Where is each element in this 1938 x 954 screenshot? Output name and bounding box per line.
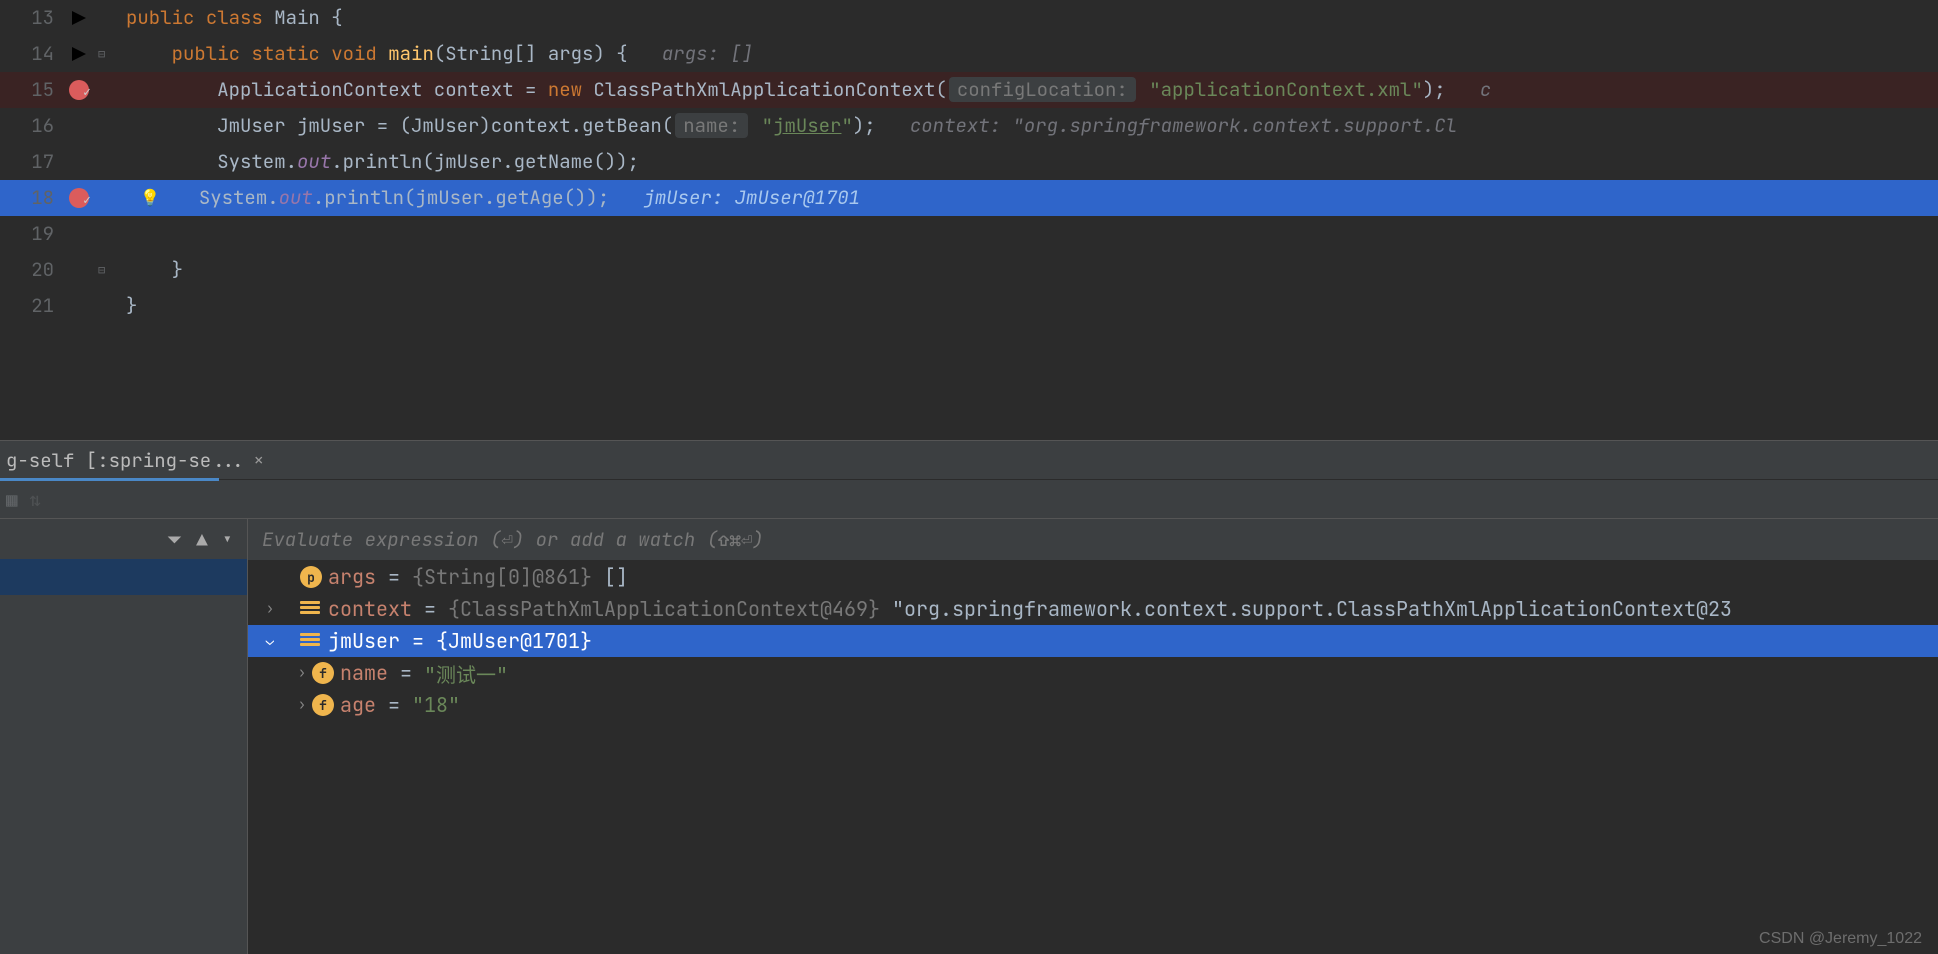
frames-toolbar: ⏷ ▼ ▾ (0, 519, 247, 559)
tab-label: g-self [:spring-se... (6, 448, 245, 473)
chevron-down-icon[interactable]: ▾ (222, 527, 233, 552)
breakpoint-icon[interactable] (60, 72, 98, 108)
run-gutter-icon[interactable] (60, 36, 98, 72)
collapse-icon[interactable]: ⌄ (260, 632, 280, 650)
code-line[interactable]: 16 JmUser jmUser = (JmUser)context.getBe… (0, 108, 1938, 144)
code-editor[interactable]: 13 public class Main { 14 ⊟ public stati… (0, 0, 1938, 440)
fold-gutter[interactable] (98, 0, 120, 36)
param-badge-icon: p (300, 566, 322, 588)
line-number[interactable]: 20 (0, 252, 60, 288)
tab-spring-self[interactable]: g-self [:spring-se... × (0, 441, 274, 479)
variable-args[interactable]: p args = {String[0]@861} [] (248, 561, 1938, 593)
field-badge-icon: f (312, 662, 334, 684)
code-line[interactable]: 15 ApplicationContext context = new Clas… (0, 72, 1938, 108)
filter-icon[interactable]: ⏷ (167, 527, 182, 552)
frames-pane[interactable]: ⏷ ▼ ▾ (0, 519, 248, 954)
code-line[interactable]: 19 (0, 216, 1938, 252)
code-text[interactable]: } (120, 288, 1938, 324)
line-number[interactable]: 15 (0, 72, 60, 108)
fold-gutter[interactable] (98, 72, 120, 108)
code-text[interactable]: public class Main { (120, 0, 1938, 36)
fold-gutter[interactable] (98, 108, 120, 144)
code-line[interactable]: 20 ⊟ } (0, 252, 1938, 288)
gutter-empty (60, 108, 98, 144)
expand-icon[interactable]: › (260, 600, 280, 618)
frame-row-selected[interactable] (0, 559, 247, 595)
expand-icon[interactable]: › (292, 664, 312, 682)
run-gutter-icon[interactable] (60, 0, 98, 36)
expand-icon[interactable]: › (292, 696, 312, 714)
run-config-tabs: g-self [:spring-se... × (0, 440, 1938, 480)
variable-field-name[interactable]: › f name = "测试一" (248, 657, 1938, 689)
close-icon[interactable]: × (253, 449, 264, 472)
variable-jmuser[interactable]: ⌄ jmUser = {JmUser@1701} (248, 625, 1938, 657)
line-number[interactable]: 21 (0, 288, 60, 324)
code-text[interactable]: public static void main(String[] args) {… (120, 36, 1938, 72)
fold-gutter[interactable] (98, 144, 120, 180)
debug-panel: ⏷ ▼ ▾ Evaluate expression (⏎) or add a w… (0, 518, 1938, 954)
line-number[interactable]: 17 (0, 144, 60, 180)
code-text[interactable]: ApplicationContext context = new ClassPa… (120, 72, 1938, 108)
code-line-current[interactable]: 18 💡 System.out.println(jmUser.getAge())… (0, 180, 1938, 216)
object-icon (300, 633, 320, 649)
line-number[interactable]: 16 (0, 108, 60, 144)
fold-gutter[interactable]: 💡 (98, 180, 120, 216)
code-line[interactable]: 21 } (0, 288, 1938, 324)
code-text[interactable]: JmUser jmUser = (JmUser)context.getBean(… (120, 108, 1938, 144)
variable-field-age[interactable]: › f age = "18" (248, 689, 1938, 721)
line-number[interactable]: 19 (0, 216, 60, 252)
fold-gutter[interactable]: ⊟ (98, 36, 120, 72)
watermark: CSDN @Jeremy_1022 (1759, 930, 1922, 948)
code-text[interactable]: System.out.println(jmUser.getAge()); jmU… (120, 180, 1938, 216)
breakpoint-icon[interactable] (60, 180, 98, 216)
variable-context[interactable]: › context = {ClassPathXmlApplicationCont… (248, 593, 1938, 625)
gutter-empty (60, 144, 98, 180)
code-text[interactable]: } (120, 252, 1938, 288)
code-line[interactable]: 17 System.out.println(jmUser.getName()); (0, 144, 1938, 180)
funnel-icon[interactable]: ▼ (196, 527, 207, 552)
line-number[interactable]: 18 (0, 180, 60, 216)
object-icon (300, 601, 320, 617)
settings-icon[interactable]: ⇅ (29, 487, 40, 512)
field-badge-icon: f (312, 694, 334, 716)
code-line[interactable]: 13 public class Main { (0, 0, 1938, 36)
fold-gutter[interactable]: ⊟ (98, 252, 120, 288)
layout-icon[interactable]: ▦ (6, 487, 17, 512)
evaluate-input[interactable]: Evaluate expression (⏎) or add a watch (… (248, 519, 1938, 561)
tab-active-indicator (0, 478, 219, 481)
line-number[interactable]: 14 (0, 36, 60, 72)
code-line[interactable]: 14 ⊟ public static void main(String[] ar… (0, 36, 1938, 72)
code-text[interactable]: System.out.println(jmUser.getName()); (120, 144, 1938, 180)
debug-toolbar: ▦ ⇅ (0, 480, 1938, 518)
intention-bulb-icon[interactable]: 💡 (140, 180, 160, 216)
line-number[interactable]: 13 (0, 0, 60, 36)
variables-pane[interactable]: Evaluate expression (⏎) or add a watch (… (248, 519, 1938, 954)
